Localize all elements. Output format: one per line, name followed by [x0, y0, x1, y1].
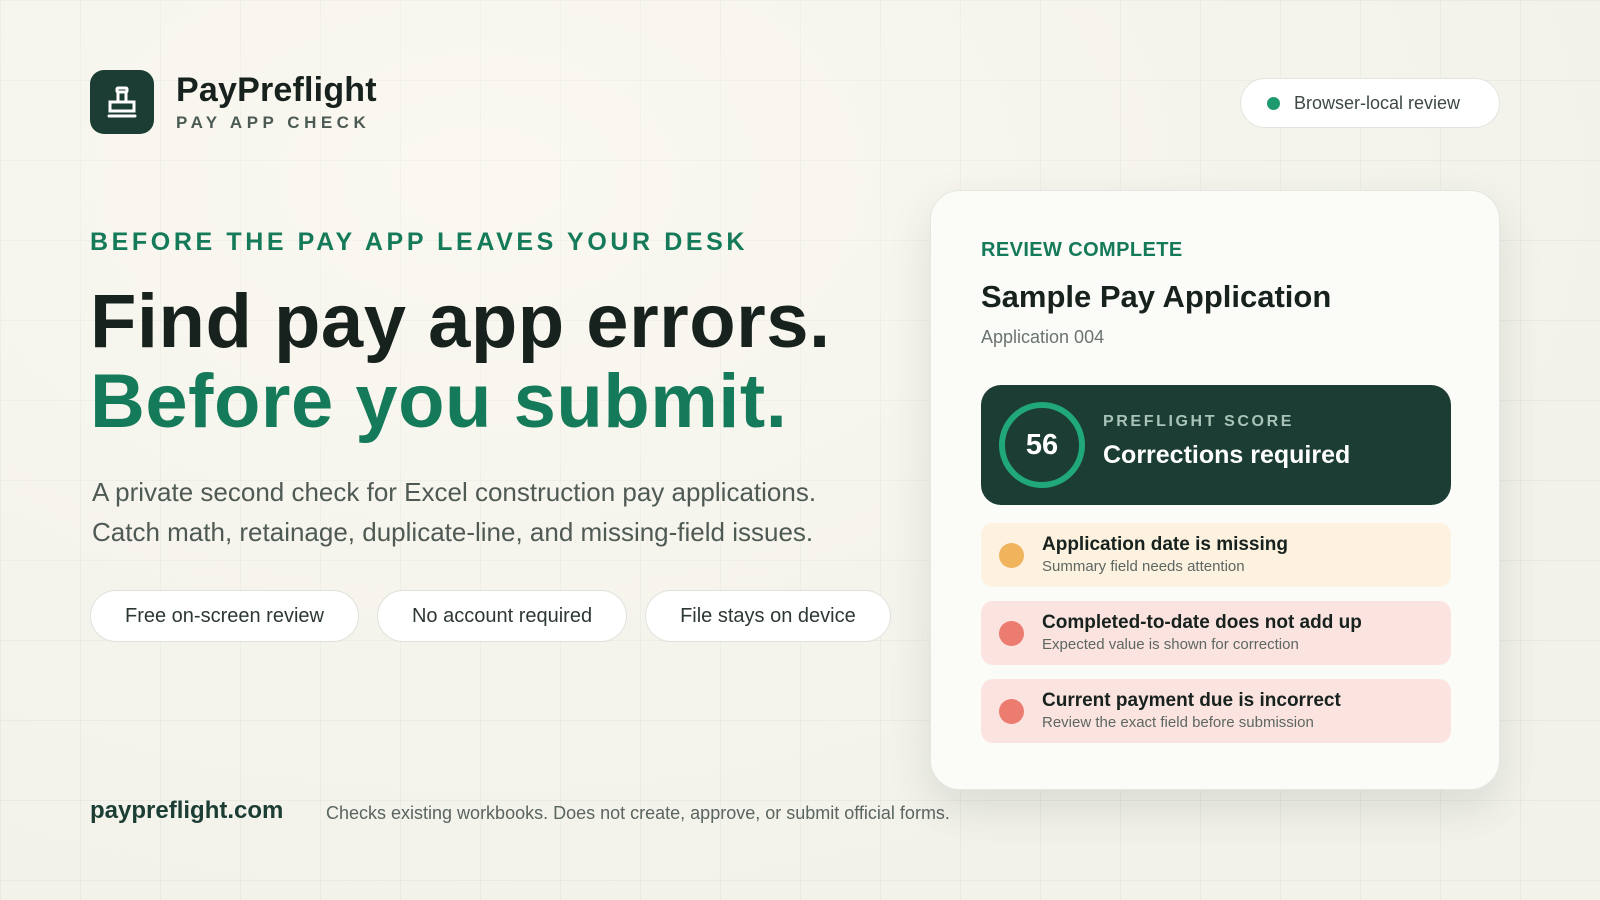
headline-line-2: Before you submit.	[90, 359, 788, 444]
issue-title: Application date is missing	[1042, 534, 1288, 555]
subtitle-line-2: Catch math, retainage, duplicate-line, a…	[92, 517, 814, 547]
error-dot-icon	[999, 620, 1024, 646]
score-ring: 56	[999, 402, 1085, 488]
issue-title: Completed-to-date does not add up	[1042, 612, 1362, 633]
subtitle-line-1: A private second check for Excel constru…	[92, 477, 817, 507]
chip-free-review: Free on-screen review	[90, 590, 359, 642]
stamp-icon	[90, 70, 154, 134]
footer-domain: paypreflight.com	[90, 797, 284, 824]
score-label: PREFLIGHT SCORE	[1103, 413, 1295, 430]
status-pill: Browser-local review	[1240, 78, 1500, 128]
issue-item: Current payment due is incorrect Review …	[981, 679, 1451, 743]
score-panel: 56 PREFLIGHT SCORE Corrections required	[981, 385, 1451, 505]
brand-name: PayPreflight	[176, 71, 377, 109]
brand-tagline: PAY APP CHECK	[176, 113, 371, 132]
score-value: 56	[1025, 428, 1059, 461]
chip-no-account: No account required	[376, 590, 628, 642]
headline-line-1: Find pay app errors.	[90, 279, 831, 364]
issue-item: Application date is missing Summary fiel…	[981, 523, 1451, 587]
hero-eyebrow: BEFORE THE PAY APP LEAVES YOUR DESK	[90, 228, 749, 256]
feature-chips: Free on-screen review No account require…	[90, 590, 909, 642]
error-dot-icon	[999, 698, 1024, 724]
issue-title: Current payment due is incorrect	[1042, 690, 1341, 711]
issue-item: Completed-to-date does not add up Expect…	[981, 601, 1451, 665]
card-subtitle: Application 004	[981, 327, 1105, 347]
issue-description: Summary field needs attention	[1042, 558, 1245, 575]
status-pill-label: Browser-local review	[1294, 92, 1461, 113]
hero-subtitle: A private second check for Excel constru…	[92, 472, 892, 552]
hero-headline: Find pay app errors. Before you submit.	[90, 282, 831, 442]
card-title: Sample Pay Application	[981, 279, 1332, 314]
chip-file-on-device: File stays on device	[645, 590, 891, 642]
status-dot-icon	[1267, 96, 1280, 110]
review-card: REVIEW COMPLETE Sample Pay Application A…	[930, 190, 1500, 790]
issue-description: Review the exact field before submission	[1042, 714, 1314, 731]
card-eyebrow: REVIEW COMPLETE	[981, 239, 1183, 261]
score-status: Corrections required	[1103, 441, 1351, 469]
issue-description: Expected value is shown for correction	[1042, 636, 1299, 653]
footer-note: Checks existing workbooks. Does not crea…	[326, 803, 950, 823]
brand: PayPreflight PAY APP CHECK	[90, 70, 377, 134]
warning-dot-icon	[999, 542, 1024, 568]
